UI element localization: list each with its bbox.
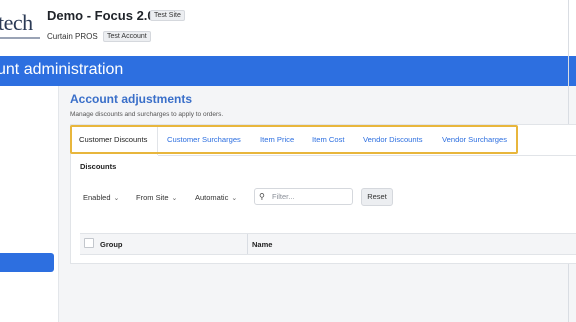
sidebar-active-item[interactable]: [0, 253, 54, 272]
chevron-down-icon: ⌄: [231, 195, 238, 202]
tab-vendor-surcharges[interactable]: Vendor Surcharges: [442, 135, 507, 144]
tab-customer-discounts[interactable]: Customer Discounts: [79, 135, 147, 144]
page-title: unt administration: [0, 61, 124, 78]
column-header-name[interactable]: Name: [252, 240, 272, 249]
search-input[interactable]: [272, 191, 348, 202]
table-header: Group Name: [80, 233, 576, 255]
site-filter-label: From Site: [136, 193, 169, 202]
section-description: Manage discounts and surcharges to apply…: [70, 111, 224, 118]
logo-text: tech: [0, 10, 33, 35]
tab-underline: [158, 155, 576, 156]
enabled-filter-label: Enabled: [83, 193, 111, 202]
chevron-down-icon: ⌄: [171, 195, 178, 202]
page-banner: unt administration: [0, 56, 576, 86]
site-badge: Test Site: [150, 10, 185, 21]
search-icon: ⚲: [259, 192, 265, 201]
tab-bar: Customer Discounts Customer Surcharges I…: [70, 125, 518, 154]
site-title: Demo - Focus 2.0: [47, 8, 155, 23]
mode-filter-label: Automatic: [195, 193, 229, 202]
select-all-checkbox[interactable]: [84, 238, 94, 248]
mode-filter[interactable]: Automatic ⌄: [195, 193, 237, 202]
reset-button[interactable]: Reset: [361, 188, 393, 206]
top-header: tech Demo - Focus 2.0 Test Site Curtain …: [0, 0, 576, 56]
tab-vendor-discounts[interactable]: Vendor Discounts: [363, 135, 423, 144]
tab-customer-surcharges[interactable]: Customer Surcharges: [167, 135, 241, 144]
section-heading: Account adjustments: [70, 92, 193, 106]
column-separator: [247, 234, 248, 254]
site-filter[interactable]: From Site ⌄: [136, 193, 177, 202]
logo-tagline: [0, 37, 40, 39]
account-badge: Test Account: [103, 31, 151, 42]
tab-item-cost[interactable]: Item Cost: [312, 135, 345, 144]
discounts-heading: Discounts: [80, 162, 117, 171]
enabled-filter[interactable]: Enabled ⌄: [83, 193, 119, 202]
chevron-down-icon: ⌄: [113, 195, 120, 202]
sidebar: [0, 86, 59, 322]
filter-search[interactable]: ⚲: [254, 188, 353, 205]
account-name: Curtain PROS: [47, 32, 98, 41]
column-header-group[interactable]: Group: [100, 240, 123, 249]
tab-item-price[interactable]: Item Price: [260, 135, 294, 144]
company-logo: tech: [0, 10, 44, 42]
